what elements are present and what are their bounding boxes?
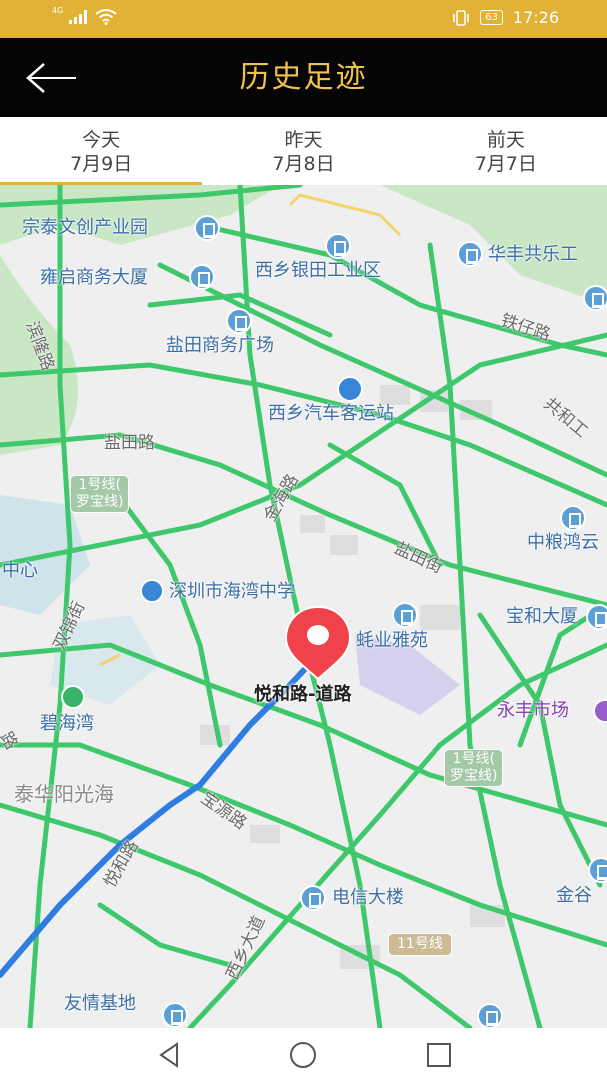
building-icon: [586, 604, 607, 630]
place-label: 蚝业雅苑: [356, 630, 428, 651]
place-label: 电信大楼: [332, 887, 404, 908]
nav-back-icon: [159, 1042, 178, 1068]
building-icon: [392, 602, 418, 628]
nav-recent-icon: [427, 1043, 451, 1067]
building-icon: [189, 264, 215, 290]
page-title: 历史足迹: [239, 60, 368, 95]
building-icon: [477, 1003, 503, 1028]
building-icon: [300, 885, 326, 911]
nav-recent-button[interactable]: [424, 1040, 454, 1070]
tab-yesterday[interactable]: 昨天 7月8日: [202, 117, 404, 185]
map-view[interactable]: 宗泰文创产业园 雍启商务大厦 西乡银田工业区 华丰共乐工 铁仔路 盐田商务广场 …: [0, 185, 607, 1028]
system-nav-bar: [0, 1028, 607, 1080]
place-label: 金谷: [556, 885, 592, 906]
wifi-icon: [95, 9, 117, 25]
place-label: 西乡汽车客运站: [268, 403, 394, 424]
place-label: 泰华阳光海: [14, 782, 114, 806]
tab-day-label: 前天: [486, 129, 525, 151]
date-tabs: 今天 7月9日 昨天 7月8日 前天 7月7日: [0, 117, 607, 185]
place-label: 雍启商务大厦: [40, 267, 148, 288]
metro-line-1-badge: 1号线( 罗宝线): [444, 749, 504, 787]
pin-label: 悦和路-道路: [254, 684, 352, 705]
location-pin-icon[interactable]: [283, 605, 353, 685]
building-icon: [457, 241, 483, 267]
clock: 17:26: [512, 8, 559, 27]
status-bar: 4G 63 17:26: [0, 0, 607, 38]
tab-day-label: 昨天: [284, 129, 323, 151]
tab-date-label: 7月7日: [474, 153, 537, 175]
road-label: 盐田路: [104, 433, 155, 453]
app-header: 历史足迹: [0, 38, 607, 117]
place-label: 友情基地: [64, 993, 136, 1014]
metro-line-1-badge: 1号线( 罗宝线): [70, 475, 130, 513]
place-label: 盐田商务广场: [166, 335, 274, 356]
status-right: 63 17:26: [452, 8, 559, 27]
tab-date-label: 7月9日: [70, 153, 133, 175]
status-left: 4G: [52, 6, 117, 25]
tab-date-label: 7月8日: [272, 153, 335, 175]
place-label: 碧海湾: [40, 713, 94, 734]
vibrate-icon: [453, 9, 469, 26]
tab-today[interactable]: 今天 7月9日: [0, 117, 203, 185]
building-icon: [560, 505, 586, 531]
place-label: 西乡银田工业区: [255, 260, 381, 281]
building-icon: [226, 308, 252, 334]
tab-day-label: 今天: [82, 129, 121, 151]
building-icon: [325, 233, 351, 259]
place-label: 中粮鸿云: [527, 532, 599, 553]
nav-home-button[interactable]: [288, 1040, 318, 1070]
building-icon: [583, 285, 607, 311]
place-label: 宗泰文创产业园: [22, 217, 148, 238]
building-icon: [194, 215, 220, 241]
place-label: 中心: [2, 560, 38, 581]
place-label: 华丰共乐工: [488, 244, 578, 265]
nav-back-button[interactable]: [155, 1040, 185, 1070]
metro-line-11-badge: 11号线: [388, 933, 452, 956]
tab-day-before[interactable]: 前天 7月7日: [405, 117, 607, 185]
nav-home-icon: [290, 1042, 316, 1068]
place-label: 永丰市场: [497, 700, 569, 721]
signal-icon: [69, 10, 88, 24]
network-type: 4G: [52, 6, 64, 15]
battery-level: 63: [480, 10, 503, 25]
place-label: 宝和大厦: [506, 606, 578, 627]
building-icon: [162, 1002, 188, 1028]
building-icon: [588, 857, 607, 883]
place-label: 深圳市海湾中学: [169, 581, 295, 602]
